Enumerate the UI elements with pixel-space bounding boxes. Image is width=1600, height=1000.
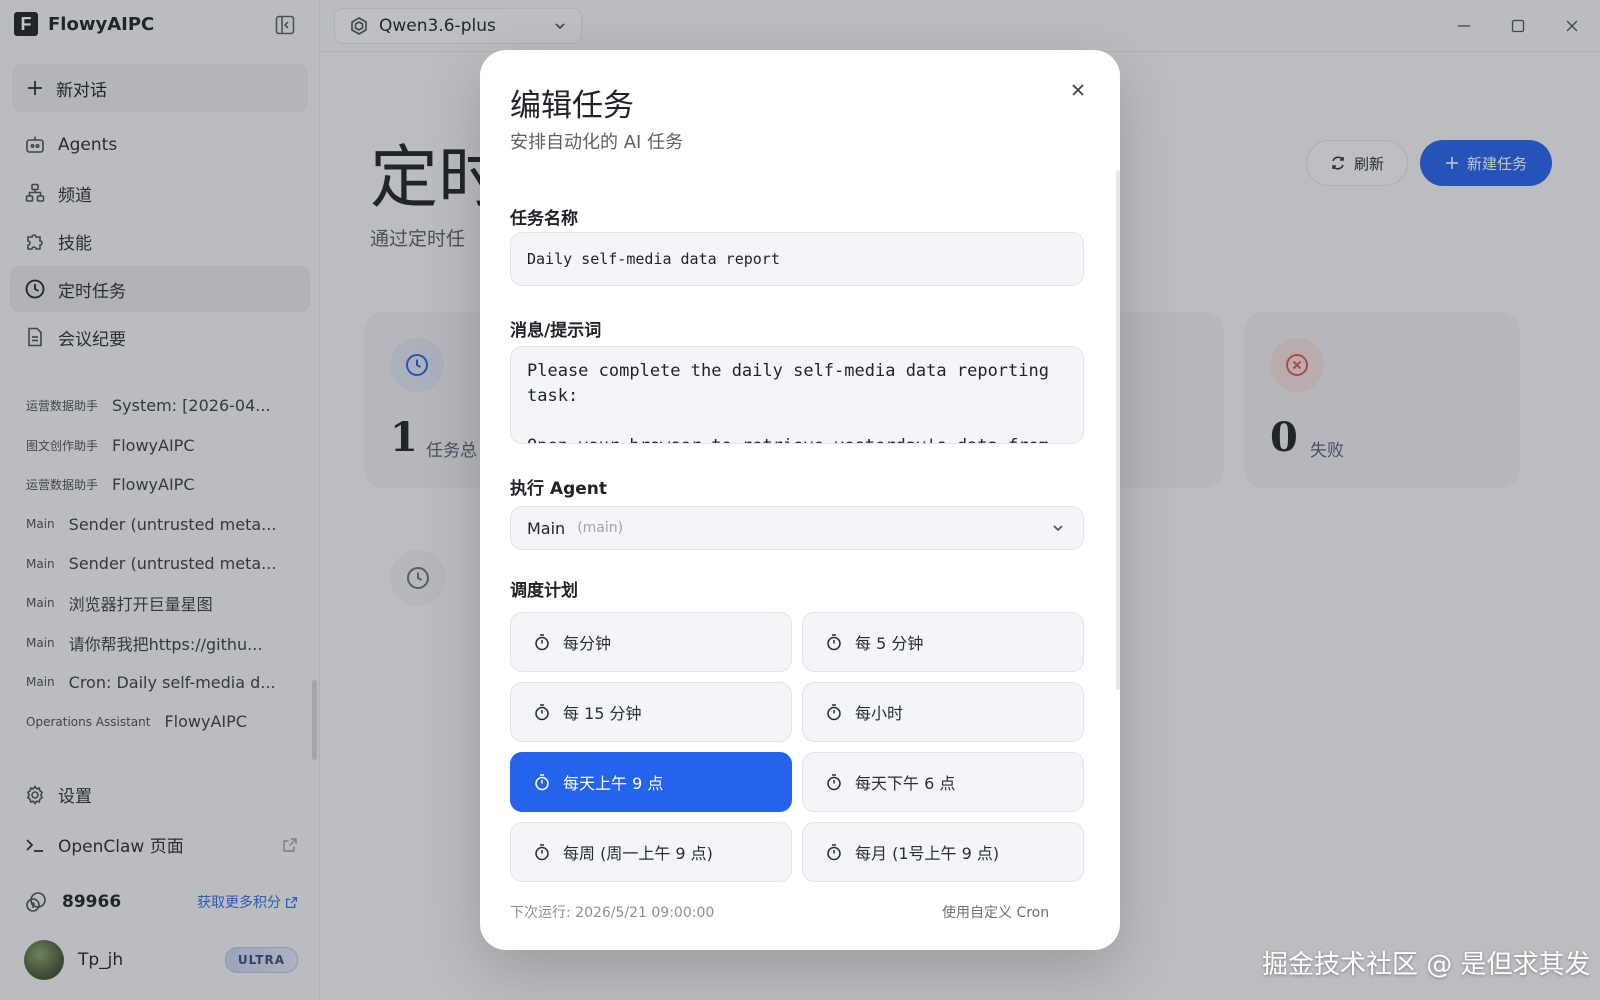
agent-label: 执行 Agent [510,479,608,499]
schedule-label: 调度计划 [510,581,578,601]
schedule-option-label: 每 15 分钟 [563,704,642,723]
schedule-option-every-15-minutes[interactable]: 每 15 分钟 [510,682,792,742]
schedule-option-label: 每天下午 6 点 [855,774,956,793]
schedule-option-every-5-minutes[interactable]: 每 5 分钟 [802,612,1084,672]
stopwatch-icon [535,634,549,651]
schedule-option-label: 每 5 分钟 [855,634,924,653]
schedule-option-label: 每月 (1号上午 9 点) [855,844,1000,863]
watermark: 掘金技术社区 @ 是但求其发 [1262,950,1591,980]
task-name-label: 任务名称 [510,209,578,229]
schedule-option-daily-6pm[interactable]: 每天下午 6 点 [802,752,1084,812]
stopwatch-icon [535,774,549,791]
stopwatch-icon [827,844,841,861]
agent-select[interactable]: Main (main) [510,506,1084,550]
next-run-text: 下次运行: 2026/5/21 09:00:00 [510,905,715,921]
agent-select-value: Main [527,518,566,538]
chevron-down-icon [1053,525,1063,532]
schedule-option-label: 每周 (周一上午 9 点) [563,844,713,863]
edit-task-dialog: 编辑任务 安排自动化的 AI 任务 任务名称 Daily self-media … [480,50,1120,950]
schedule-option-label: 每天上午 9 点 [563,774,664,793]
dialog-scrollbar[interactable] [1116,170,1120,690]
message-label: 消息/提示词 [510,321,602,341]
schedule-option-weekly[interactable]: 每周 (周一上午 9 点) [510,822,792,882]
stopwatch-icon [827,704,841,721]
stopwatch-icon [827,774,841,791]
custom-cron-link[interactable]: 使用自定义 Cron [942,902,1049,922]
message-textarea[interactable]: Please complete the daily self-media dat… [510,346,1084,444]
close-icon [1072,84,1084,96]
dialog-title: 编辑任务 [510,88,634,124]
dialog-subtitle: 安排自动化的 AI 任务 [510,132,684,153]
schedule-option-label: 每小时 [855,704,904,723]
schedule-option-hourly[interactable]: 每小时 [802,682,1084,742]
schedule-option-label: 每分钟 [563,634,612,653]
schedule-option-monthly[interactable]: 每月 (1号上午 9 点) [802,822,1084,882]
stopwatch-icon [535,704,549,721]
stopwatch-icon [827,634,841,651]
task-name-input[interactable]: Daily self-media data report [510,232,1084,286]
schedule-option-daily-9am[interactable]: 每天上午 9 点 [510,752,792,812]
schedule-option-every-minute[interactable]: 每分钟 [510,612,792,672]
agent-select-id: (main) [577,520,624,536]
dialog-close-button[interactable] [1068,80,1088,100]
stopwatch-icon [535,844,549,861]
